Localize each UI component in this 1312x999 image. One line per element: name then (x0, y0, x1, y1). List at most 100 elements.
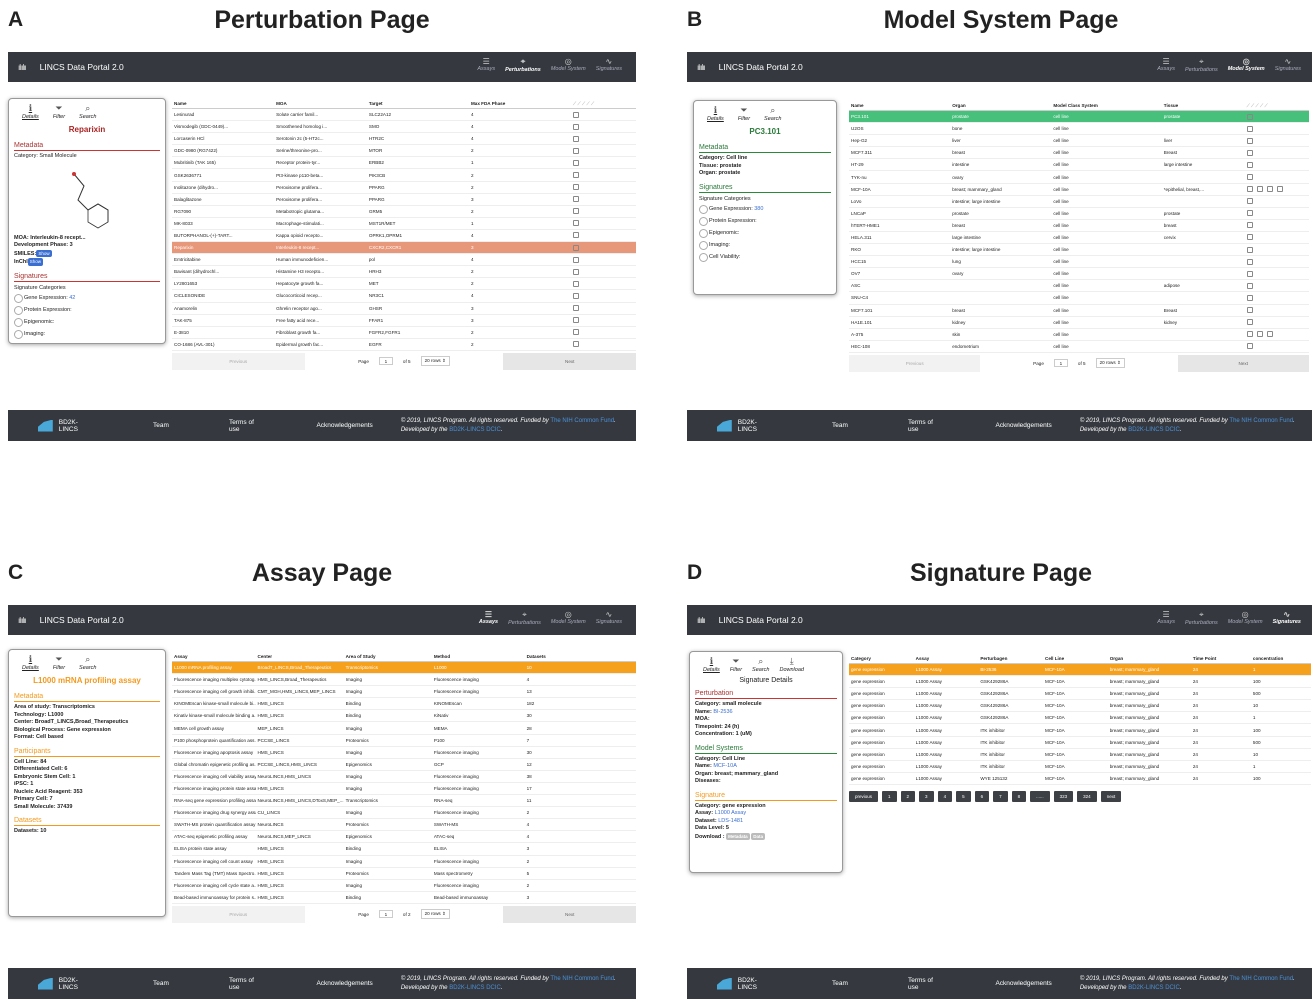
open-icon[interactable] (1246, 186, 1253, 193)
column-header[interactable]: Assay (172, 654, 256, 659)
nav-assays[interactable]: ☰ Assays (1157, 610, 1175, 626)
portal-title[interactable]: LINCS Data Portal 2.0 (40, 615, 124, 625)
footer-team-link[interactable]: Team (153, 980, 169, 987)
tab-download[interactable]: ⤓ Download (779, 656, 803, 673)
table-row[interactable]: Emtricitabine Human immunodeficien... pol 4 (172, 254, 636, 267)
open-icon[interactable] (1246, 137, 1253, 144)
open-icon[interactable] (573, 196, 580, 203)
column-header[interactable]: Model Class System (1051, 103, 1161, 108)
tab-search[interactable]: ⌕ Search (79, 103, 96, 120)
open-icon[interactable] (1246, 282, 1253, 289)
table-row[interactable]: gene expression L1000 Assay GSK429286A MCF-… (849, 700, 1311, 713)
nav-signatures[interactable]: ∿ Signatures (596, 610, 622, 626)
column-header[interactable]: Datasets (525, 654, 636, 659)
table-row[interactable]: Hep-G2 liver cell line liver (849, 135, 1309, 148)
table-row[interactable]: ELISA protein state assay HMS_LINCS Bindin… (172, 843, 636, 856)
next-button[interactable]: Next (503, 352, 637, 370)
page-button[interactable]: 5 (956, 790, 971, 802)
table-row[interactable]: TAK-875 Free fatty acid rece... FFAR1 3 (172, 315, 636, 327)
table-row[interactable]: gene expression L1000 Assay BI-2536 MCF-10A… (849, 664, 1311, 677)
table-row[interactable]: MCF-10A breast; mammary_gland cell line *ep… (849, 184, 1309, 196)
tab-filter[interactable]: ⏷ Filter (730, 656, 742, 673)
table-row[interactable]: gene expression L1000 Assay GSK429286A MCF-… (849, 688, 1311, 701)
portal-title[interactable]: LINCS Data Portal 2.0 (719, 62, 803, 72)
column-header[interactable]: Cell Line (1043, 656, 1108, 661)
open-icon[interactable] (1246, 113, 1253, 120)
footer-ack-link[interactable]: Acknowledgements (995, 980, 1051, 987)
page-button[interactable]: 6 (974, 790, 990, 802)
table-row[interactable]: HEC-108 endometrium cell line (849, 341, 1309, 353)
previous-button[interactable]: Previous (172, 352, 305, 370)
table-row[interactable]: Lesinurad Solute carrier famil... SLC22A12… (172, 109, 636, 122)
table-row[interactable]: U2OS bone cell line (849, 123, 1309, 136)
tab-filter[interactable]: ⏷ Filter (738, 105, 750, 122)
open-icon[interactable] (573, 268, 580, 275)
table-row[interactable]: Fluorescence imaging cell growth inhibi.… (172, 686, 636, 699)
table-row[interactable]: CO-1686 (AVL-301) Epidermal growth fac...… (172, 339, 636, 351)
column-header[interactable]: Max FDA Phase (469, 101, 571, 106)
next-button[interactable]: Next (1177, 354, 1309, 372)
table-row[interactable]: Vismodegib (GDC-0449)... Smoothened homol… (172, 121, 636, 134)
open-icon[interactable] (573, 135, 580, 142)
footer-brand[interactable]: BD2K-LINCS (59, 977, 87, 991)
table-row[interactable]: BUTORPHANOL-(+)-TART... Kappa opioid rece… (172, 230, 636, 243)
page-button[interactable]: 2 (900, 790, 916, 802)
column-header[interactable]: concentration (1251, 656, 1311, 661)
open-icon[interactable] (1246, 210, 1253, 217)
table-row[interactable]: SWATH-MS protein quantification assay Neu… (172, 819, 636, 832)
open-icon[interactable] (573, 244, 580, 251)
column-header[interactable]: Tissue (1162, 103, 1245, 108)
tab-search[interactable]: ⌕ Search (764, 105, 781, 122)
open-icon[interactable] (1246, 246, 1253, 253)
open-icon[interactable] (573, 232, 580, 239)
tab-search[interactable]: ⌕ Search (79, 654, 96, 671)
nav-signatures[interactable]: ∿ Signatures (1273, 610, 1301, 626)
footer-ack-link[interactable]: Acknowledgements (316, 980, 372, 987)
table-row[interactable]: MK-8033 Macrophage-stimulati... MST1R/MET 1 (172, 218, 636, 230)
open-icon[interactable] (1246, 125, 1253, 132)
table-row[interactable]: SNU-C4 cell line (849, 292, 1309, 305)
page-button[interactable]: 4 (937, 790, 953, 802)
open-icon[interactable] (1246, 258, 1253, 265)
table-row[interactable]: GSK2636771 PI3-kinase p110-beta... PIK3CB 2 (172, 169, 636, 182)
open-icon[interactable] (573, 123, 580, 130)
nav-model-system[interactable]: ◎ Model System (551, 610, 586, 626)
tab-details[interactable]: ℹ Details (707, 105, 724, 122)
pert-name-link[interactable]: BI-2536 (713, 709, 732, 715)
footer-ack-link[interactable]: Acknowledgements (316, 422, 372, 429)
table-row[interactable]: ATAC-seq epigenetic profiling assay Neuro… (172, 831, 636, 844)
open-icon[interactable] (573, 256, 580, 263)
column-header[interactable]: Method (432, 654, 525, 659)
column-header[interactable]: MOA (274, 101, 367, 106)
table-row[interactable]: Global chromatin epigenetic profiling as… (172, 759, 636, 771)
footer-brand[interactable]: BD2K-LINCS (59, 419, 87, 433)
table-row[interactable]: gene expression L1000 Assay GSK429286A MCF-… (849, 712, 1311, 725)
table-row[interactable]: Fluorescence imaging drug synergy assay C… (172, 807, 636, 820)
open-icon[interactable] (1256, 331, 1263, 338)
open-icon[interactable] (573, 329, 580, 336)
open-icon[interactable] (573, 305, 580, 312)
open-icon[interactable] (1276, 186, 1283, 193)
page-input[interactable]: 1 (378, 357, 393, 366)
table-row[interactable]: Bavisant (dihydrochl... Histamine H3 rece… (172, 266, 636, 279)
table-row[interactable]: Balaglitazone Peroxisome prolifera... PPAR… (172, 194, 636, 206)
nav-model-system[interactable]: ◎ Model System (551, 57, 586, 73)
open-icon[interactable] (1256, 186, 1263, 193)
download-data-button[interactable]: Data (751, 832, 765, 840)
table-row[interactable]: Kinativ kinase-small molecule binding a.… (172, 710, 636, 723)
table-row[interactable]: gene expression L1000 Assay ITK inhibitor M… (849, 724, 1311, 737)
column-header[interactable]: Name (849, 103, 950, 108)
table-row[interactable]: LY2801653 Hepatocyte growth fa... MET 2 (172, 278, 636, 291)
nav-assays[interactable]: ☰ Assays (1157, 57, 1175, 73)
table-row[interactable]: RKO intestine; large intestine cell line (849, 244, 1309, 257)
table-row[interactable]: HCC15 lung cell line (849, 256, 1309, 269)
tab-search[interactable]: ⌕ Search (752, 656, 769, 673)
tab-details[interactable]: ℹ Details (703, 656, 720, 673)
nav-perturbations[interactable]: ⌖ Perturbations (508, 610, 541, 626)
table-row[interactable]: Bead-based immunoassay for protein s... H… (172, 892, 636, 904)
table-row[interactable]: gene expression L1000 Assay ITK inhibitor M… (849, 749, 1311, 761)
sig-assay-link[interactable]: L1000 Assay (715, 810, 747, 816)
tab-filter[interactable]: ⏷ Filter (53, 103, 65, 120)
open-icon[interactable] (573, 341, 580, 348)
table-row[interactable]: Inolitazone (dihydro... Peroxisome prolif… (172, 182, 636, 194)
